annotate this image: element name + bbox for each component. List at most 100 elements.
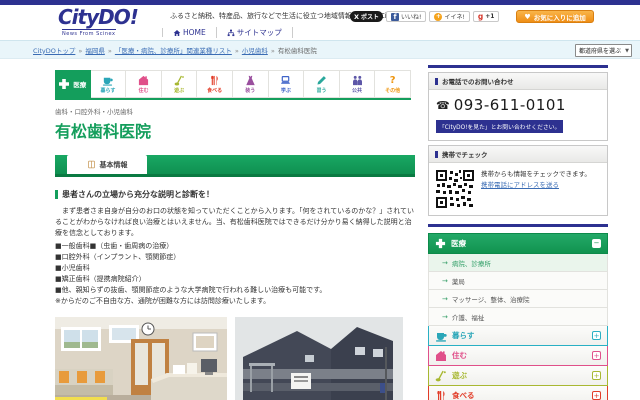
list-item: ■他、親知らずの抜歯、顎関節症のような大学病院で行われる難しい治療も可能です。 (55, 286, 327, 295)
category-tab-label: 暮らす (100, 87, 116, 94)
tab-basic-info-label: 基本情報 (99, 160, 128, 169)
menu-item-hospitals[interactable]: → 病院、診療所 (428, 254, 608, 272)
sidebar-menu-play[interactable]: 遊ぶ + (428, 366, 608, 386)
page: CityDO! News From Scinex ふるさと納税、特産品、旅行など… (0, 0, 640, 400)
breadcrumb-link-top[interactable]: CityDOトップ (33, 47, 75, 55)
iine-icon: + (434, 12, 443, 21)
heart-icon: ♥ (524, 12, 531, 21)
phone-box-header: お電話でのお問い合わせ (429, 73, 607, 90)
category-tab-play[interactable]: 遊ぶ (161, 70, 198, 98)
collapse-toggle[interactable]: − (592, 239, 601, 248)
sitemap-icon (227, 29, 235, 36)
dress-icon (246, 75, 255, 85)
facebook-like-button[interactable]: f いいね! (386, 11, 427, 22)
double-bar-icon (435, 150, 438, 158)
category-tab-other[interactable]: ? その他 (375, 70, 411, 98)
detail-tab-bar: 基本情報 (55, 155, 415, 177)
facebook-icon: f (391, 12, 400, 21)
iine-button[interactable]: + イイネ! (429, 11, 470, 22)
category-tab-lessons[interactable]: 習う (304, 70, 340, 98)
iine-label: イイネ! (444, 14, 465, 21)
house-icon (436, 350, 446, 361)
category-tab-housing[interactable]: 住む (126, 70, 162, 98)
sidebar-menu-medical[interactable]: 医療 − (428, 233, 608, 254)
exterior-photo (235, 316, 403, 400)
menu-item-care[interactable]: → 介護、福祉 (428, 308, 608, 326)
sidebar-menu-eat[interactable]: 食べる + (428, 386, 608, 400)
category-tab-eat[interactable]: 食べる (197, 70, 233, 98)
breadcrumb-link-pref[interactable]: 福岡県 (85, 47, 105, 55)
expand-toggle[interactable]: + (592, 331, 601, 340)
prefecture-select-value: 都道府県を選ぶ (579, 48, 622, 55)
facebook-like-label: いいね! (401, 14, 422, 21)
mobile-check-text: 携帯からも情報をチェックできます。 (481, 170, 591, 178)
cup-icon (436, 332, 447, 342)
tab-basic-info[interactable]: 基本情報 (67, 155, 147, 174)
category-tab-living[interactable]: 暮らす (90, 70, 127, 98)
x-icon: X (354, 12, 360, 21)
breadcrumb-link-pediatric[interactable]: 小児歯科 (242, 47, 268, 55)
sidebar-menu-living[interactable]: 暮らす + (428, 326, 608, 346)
menu-item-pharmacy[interactable]: → 薬局 (428, 272, 608, 290)
breadcrumb-separator: » (78, 46, 83, 55)
google-g-icon: g (477, 12, 484, 21)
mobile-check-box: 携帯でチェック 携帯からも情報をチェックできます。 携帯電話にアドレスを送る (428, 145, 608, 216)
list-item: ■小児歯科 (55, 263, 90, 272)
prefecture-select[interactable]: 都道府県を選ぶ ▼ (575, 44, 632, 57)
content: 医療 暮らす 住む 遊ぶ 食べる 装う 学ぶ 習う 公共 ? その他 歯科・口腔… (0, 62, 640, 400)
category-tab-label: 遊ぶ (174, 87, 185, 94)
category-tab-label: 住む (138, 87, 149, 94)
breadcrumb-bar: CityDOトップ» 福岡県» 「医療・病院、診療所」関連業種リスト» 小児歯科» 有松… (0, 40, 640, 59)
fork-knife-icon (437, 390, 445, 400)
menu-item-massage[interactable]: → マッサージ、整体、治療院 (428, 290, 608, 308)
breadcrumb-separator: » (107, 46, 112, 55)
list-item: ■一般歯科■（虫歯・歯周病の治療） (55, 241, 174, 250)
people-icon (352, 75, 362, 85)
send-address-link[interactable]: 携帯電話にアドレスを送る (481, 181, 559, 189)
menu-item-label: マッサージ、整体、治療院 (451, 295, 530, 304)
breadcrumb-separator: » (234, 46, 239, 55)
phone-row: ☎ 093-611-0101 (436, 96, 600, 114)
category-tab-label: 装う (245, 87, 256, 94)
treatment-list: ■一般歯科■（虫歯・歯周病の治療） ■口腔外科（インプラント、顎関節症） ■小児… (55, 241, 415, 297)
sidebar-menu-housing[interactable]: 住む + (428, 346, 608, 366)
double-bar-icon (435, 77, 438, 85)
mobile-box-title: 携帯でチェック (442, 151, 488, 159)
list-item: ■口腔外科（インプラント、顎関節症） (55, 252, 181, 261)
arrow-icon: → (442, 312, 448, 321)
add-favorite-label: お気に入りに追加 (533, 13, 586, 22)
google-plus-one-button[interactable]: g +1 (472, 11, 500, 22)
breadcrumb-current: 有松歯科医院 (277, 46, 317, 55)
nav-home[interactable]: HOME (162, 28, 216, 37)
arrow-icon: → (442, 276, 448, 285)
category-tab-label: その他 (385, 87, 401, 94)
breadcrumb-separator: » (270, 46, 275, 55)
category-tab-learn[interactable]: 学ぶ (268, 70, 305, 98)
clinic-photos (55, 316, 415, 400)
phone-icon: ☎ (436, 98, 450, 112)
pencil-icon (317, 75, 326, 85)
interior-photo (55, 316, 227, 400)
category-tab-fashion[interactable]: 装う (232, 70, 269, 98)
menu-living-label: 暮らす (452, 331, 475, 340)
phone-number: 093-611-0101 (453, 96, 566, 114)
mobile-box-header: 携帯でチェック (429, 146, 607, 163)
breadcrumb-link-category-list[interactable]: 「医療・病院、診療所」関連業種リスト (115, 47, 232, 55)
x-post-label: ポスト (361, 14, 380, 21)
home-icon (173, 29, 181, 36)
nav-sitemap[interactable]: サイトマップ (215, 27, 293, 38)
citydo-logo[interactable]: CityDO! (58, 7, 139, 27)
house-icon (138, 75, 149, 85)
add-favorite-button[interactable]: ♥ お気に入りに追加 (516, 10, 594, 23)
sidebar-top-line (428, 65, 608, 68)
category-tab-public[interactable]: 公共 (339, 70, 376, 98)
category-tab-medical[interactable]: 医療 (55, 70, 91, 98)
section-heading: 患者さんの立場から充分な説明と診断を！ (55, 189, 415, 200)
expand-toggle[interactable]: + (592, 351, 601, 360)
phone-box-title: お電話でのお問い合わせ (442, 78, 514, 86)
breadcrumb: CityDOトップ» 福岡県» 「医療・病院、診療所」関連業種リスト» 小児歯科» 有松… (33, 45, 317, 55)
golf-icon (435, 370, 446, 381)
expand-toggle[interactable]: + (592, 371, 601, 380)
x-post-button[interactable]: X ポスト (350, 11, 384, 22)
expand-toggle[interactable]: + (592, 391, 601, 400)
